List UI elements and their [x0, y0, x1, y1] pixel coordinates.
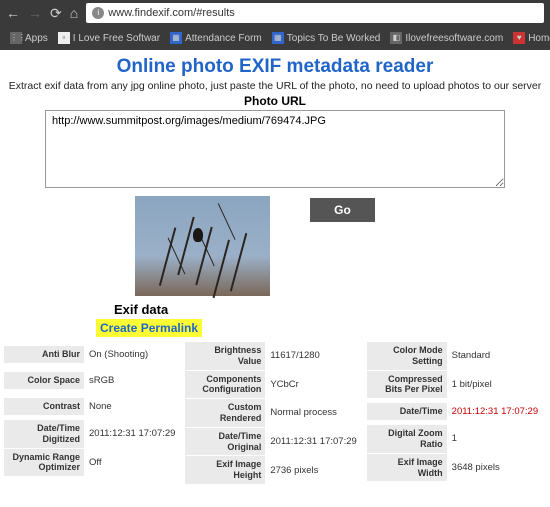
exif-key: Anti Blur — [4, 346, 84, 363]
exif-row: Custom RenderedNormal process — [185, 398, 364, 427]
exif-row: Components ConfigurationYCbCr — [185, 370, 364, 399]
create-permalink-link[interactable]: Create Permalink — [96, 319, 202, 337]
bookmark-item[interactable]: ▦Topics To Be Worked — [268, 30, 385, 46]
sheet-icon: ▦ — [272, 32, 284, 44]
bookmark-item[interactable]: ▫I Love Free Softwar — [54, 30, 164, 46]
exif-value: YCbCr — [265, 376, 364, 393]
browser-toolbar: ← → ⟳ ⌂ i www.findexif.com/#results — [0, 0, 550, 26]
exif-key: Contrast — [4, 398, 84, 415]
page-subtitle: Extract exif data from any jpg online ph… — [2, 80, 548, 92]
exif-key: Digital Zoom Ratio — [367, 425, 447, 453]
exif-row: Compressed Bits Per Pixel1 bit/pixel — [367, 370, 546, 399]
exif-row: ContrastNone — [4, 393, 183, 419]
site-info-icon[interactable]: i — [92, 7, 104, 19]
url-text: www.findexif.com/#results — [108, 7, 235, 19]
exif-row: Brightness Value11617/1280 — [185, 341, 364, 370]
photo-url-input[interactable] — [45, 110, 505, 188]
exif-key: Date/Time — [367, 403, 447, 420]
exif-row: Date/Time Digitized2011:12:31 17:07:29 — [4, 419, 183, 448]
exif-row: Date/Time2011:12:31 17:07:29 — [367, 398, 546, 424]
exif-value: 2736 pixels — [265, 462, 364, 479]
exif-key: Color Space — [4, 372, 84, 389]
exif-row: Anti BlurOn (Shooting) — [4, 341, 183, 367]
exif-value: 1 bit/pixel — [447, 376, 546, 393]
bookmarks-bar: ⋮⋮Apps ▫I Love Free Softwar ▦Attendance … — [0, 26, 550, 50]
exif-key: Exif Image Width — [367, 454, 447, 482]
page-content: Online photo EXIF metadata reader Extrac… — [0, 50, 550, 488]
exif-value: 3648 pixels — [447, 459, 546, 476]
exif-row: Digital Zoom Ratio1 — [367, 424, 546, 453]
exif-row: Date/Time Original2011:12:31 17:07:29 — [185, 427, 364, 456]
exif-row: Exif Image Height2736 pixels — [185, 455, 364, 484]
exif-value: 1 — [447, 430, 546, 447]
exif-value: 2011:12:31 17:07:29 — [84, 425, 183, 442]
exif-value: 11617/1280 — [265, 347, 364, 364]
heart-icon: ♥ — [513, 32, 525, 44]
reload-icon[interactable]: ⟳ — [50, 5, 62, 22]
exif-key: Date/Time Original — [185, 428, 265, 456]
page-icon: ▫ — [58, 32, 70, 44]
exif-value: Off — [84, 454, 183, 471]
go-button[interactable]: Go — [310, 198, 375, 222]
grid-icon: ⋮⋮ — [10, 32, 22, 44]
photo-thumbnail — [135, 196, 270, 296]
address-bar[interactable]: i www.findexif.com/#results — [86, 3, 544, 23]
exif-key: Date/Time Digitized — [4, 420, 84, 448]
bookmark-apps[interactable]: ⋮⋮Apps — [6, 30, 52, 46]
exif-row: Exif Image Width3648 pixels — [367, 453, 546, 482]
site-icon: ◧ — [390, 32, 402, 44]
exif-key: Compressed Bits Per Pixel — [367, 371, 447, 399]
exif-value: sRGB — [84, 372, 183, 389]
bookmark-item[interactable]: ◧Ilovefreesoftware.com — [386, 30, 507, 46]
exif-key: Custom Rendered — [185, 399, 265, 427]
form-icon: ▦ — [170, 32, 182, 44]
exif-row: Color Mode SettingStandard — [367, 341, 546, 370]
exif-key: Brightness Value — [185, 342, 265, 370]
exif-row: Color SpacesRGB — [4, 367, 183, 393]
exif-value: 2011:12:31 17:07:29 — [265, 433, 364, 450]
exif-value: 2011:12:31 17:07:29 — [447, 403, 546, 420]
exif-row: Dynamic Range OptimizerOff — [4, 448, 183, 477]
page-title: Online photo EXIF metadata reader — [2, 56, 548, 78]
exif-value: On (Shooting) — [84, 346, 183, 363]
forward-icon[interactable]: → — [28, 5, 42, 21]
photo-url-label: Photo URL — [2, 94, 548, 108]
bookmark-item[interactable]: ♥Home Page - I Love F — [509, 30, 550, 46]
exif-data-heading: Exif data — [114, 302, 548, 317]
exif-table: Anti BlurOn (Shooting)Color SpacesRGBCon… — [2, 341, 548, 484]
exif-value: Standard — [447, 347, 546, 364]
exif-key: Components Configuration — [185, 371, 265, 399]
back-icon[interactable]: ← — [6, 5, 20, 21]
exif-value: Normal process — [265, 404, 364, 421]
home-icon[interactable]: ⌂ — [70, 5, 78, 21]
exif-value: None — [84, 398, 183, 415]
exif-key: Color Mode Setting — [367, 342, 447, 370]
exif-key: Exif Image Height — [185, 456, 265, 484]
exif-key: Dynamic Range Optimizer — [4, 449, 84, 477]
bookmark-item[interactable]: ▦Attendance Form — [166, 30, 266, 46]
